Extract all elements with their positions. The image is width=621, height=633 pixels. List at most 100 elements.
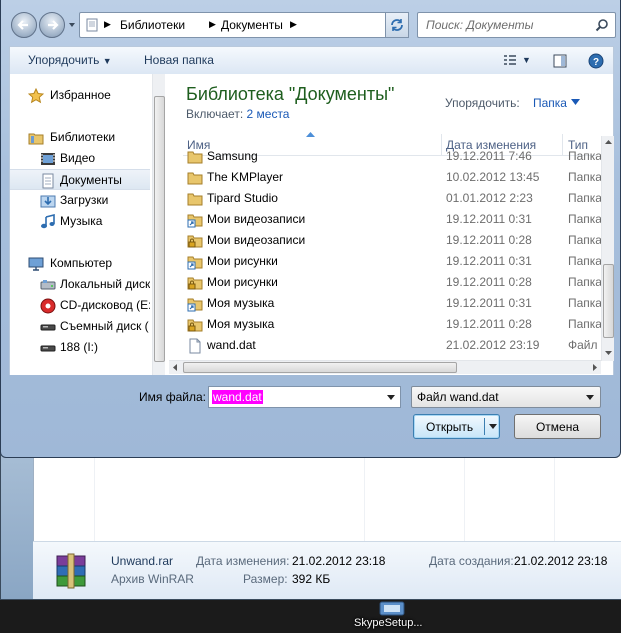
file-row[interactable]: Мои видеозаписи 19.12.2011 0:31 Папка: [183, 209, 603, 230]
address-bar[interactable]: ▶ Библиотеки ▶ Документы ▶: [79, 12, 409, 38]
file-row[interactable]: Tipard Studio 01.01.2012 2:23 Папка: [183, 188, 603, 209]
nav-libraries[interactable]: Библиотеки: [10, 127, 150, 148]
nav-video[interactable]: Видео: [10, 148, 150, 169]
view-chevron-down-icon[interactable]: ▼: [522, 55, 531, 65]
file-row-name: Мои рисунки: [207, 254, 278, 268]
details-pane: Unwand.rar Архив WinRAR Дата изменения: …: [33, 541, 621, 599]
file-name: Unwand.rar: [111, 554, 174, 568]
nav-documents[interactable]: Документы: [10, 169, 150, 190]
filename-input[interactable]: wand.dat: [208, 386, 401, 408]
filename-value[interactable]: wand.dat: [212, 390, 263, 404]
nav-cd-drive-label: CD-дисковод (E:: [60, 298, 150, 312]
filename-history-chevron-down-icon[interactable]: [387, 395, 395, 400]
file-row[interactable]: The KMPlayer 10.02.2012 13:45 Папка: [183, 167, 603, 188]
file-row[interactable]: Мои рисунки 19.12.2011 0:28 Папка: [183, 272, 603, 293]
help-icon[interactable]: ?: [588, 53, 604, 69]
file-row[interactable]: Мои видеозаписи 19.12.2011 0:28 Папка: [183, 230, 603, 251]
refresh-button[interactable]: [385, 12, 409, 38]
forward-button[interactable]: [39, 12, 65, 38]
file-row-date: 21.02.2012 23:19: [446, 338, 540, 352]
file-rows: Samsung 19.12.2011 7:46 Папка The KMPlayer 1…: [183, 150, 603, 360]
file-row-name: The KMPlayer: [207, 170, 284, 184]
breadcrumb-libraries[interactable]: Библиотеки: [120, 18, 185, 32]
nav-music[interactable]: Музыка: [10, 211, 150, 232]
local-disk-icon: [40, 280, 56, 290]
removable-disk-icon: [40, 324, 56, 331]
nav-drive-188[interactable]: 188 (I:): [10, 337, 150, 358]
nav-removable-disk-label: Съемный диск (: [60, 319, 149, 333]
nav-local-disk[interactable]: Локальный диск: [10, 274, 150, 295]
open-options-chevron-down-icon[interactable]: [489, 424, 497, 429]
size-value: 392 КБ: [292, 572, 331, 586]
file-list-vertical-scrollbar[interactable]: [601, 136, 614, 361]
filename-label: Имя файла:: [139, 390, 206, 404]
file-row-type: Файл ": [568, 338, 603, 352]
computer-icon: [28, 257, 44, 271]
breadcrumb-separator-icon[interactable]: ▶: [290, 19, 297, 30]
file-row[interactable]: wand.dat 21.02.2012 23:19 Файл ": [183, 335, 603, 356]
file-row[interactable]: Моя музыка 19.12.2011 0:31 Папка: [183, 293, 603, 314]
folder-locked-icon: [187, 235, 203, 248]
cancel-button[interactable]: Отмена: [514, 414, 601, 439]
file-row-date: 19.12.2011 0:28: [446, 275, 532, 289]
open-button[interactable]: Открыть: [413, 414, 500, 439]
file-row-date: 01.01.2012 2:23: [446, 191, 533, 205]
navigation-scrollbar-thumb[interactable]: [154, 96, 165, 362]
search-input[interactable]: Поиск: Документы: [417, 12, 616, 38]
includes-label: Включает:: [186, 107, 244, 121]
file-row-type: Папка: [568, 150, 602, 163]
documents-library-icon: [42, 173, 54, 189]
search-icon[interactable]: [595, 18, 609, 32]
file-row[interactable]: Мои рисунки 19.12.2011 0:31 Папка: [183, 251, 603, 272]
horizontal-scrollbar-thumb[interactable]: [183, 362, 457, 373]
file-row-name: Моя музыка: [207, 296, 275, 310]
nav-computer[interactable]: Компьютер: [10, 253, 150, 274]
documents-library-icon: [86, 18, 98, 32]
recent-pages-chevron-down-icon[interactable]: [67, 20, 77, 30]
scroll-up-icon[interactable]: [604, 138, 613, 147]
file-list-horizontal-scrollbar[interactable]: [169, 360, 601, 374]
organize-button[interactable]: Упорядочить ▼: [28, 53, 112, 67]
file-row[interactable]: Моя музыка 19.12.2011 0:28 Папка: [183, 314, 603, 335]
navigation-scrollbar[interactable]: [152, 74, 165, 375]
nav-removable-disk[interactable]: Съемный диск (: [10, 316, 150, 337]
scroll-right-icon[interactable]: [590, 363, 599, 372]
file-list-pane: Библиотека "Документы" Включает: 2 места…: [165, 74, 614, 375]
nav-downloads[interactable]: Загрузки: [10, 190, 150, 211]
preview-pane-icon[interactable]: [552, 53, 568, 69]
file-row-date: 10.02.2012 13:45: [446, 170, 540, 184]
file-type: Архив WinRAR: [111, 572, 194, 586]
filter-chevron-down-icon[interactable]: [586, 395, 594, 400]
breadcrumb-separator-icon[interactable]: ▶: [209, 19, 216, 30]
arrange-by-dropdown[interactable]: Папка: [533, 96, 567, 110]
nav-favorites[interactable]: Избранное: [10, 85, 150, 106]
scroll-left-icon[interactable]: [171, 363, 180, 372]
file-type-filter-select[interactable]: Файл wand.dat: [411, 386, 601, 408]
folder-locked-icon: [187, 319, 203, 332]
file-row-name: Мои рисунки: [207, 275, 278, 289]
file-row-type: Папка: [568, 254, 602, 268]
svg-text:?: ?: [593, 57, 599, 68]
nav-local-disk-label: Локальный диск: [60, 277, 150, 291]
file-row-name: Мои видеозаписи: [207, 212, 306, 226]
star-icon: [28, 88, 44, 104]
navigation-pane: Избранное Библиотеки Видео Документы Заг…: [9, 74, 165, 375]
skype-setup-icon[interactable]: [378, 600, 406, 616]
back-button[interactable]: [11, 12, 37, 38]
file-row[interactable]: Samsung 19.12.2011 7:46 Папка: [183, 150, 603, 167]
vertical-scrollbar-thumb[interactable]: [603, 264, 614, 338]
file-row-type: Папка: [568, 275, 602, 289]
folder-icon: [187, 193, 203, 206]
new-folder-button[interactable]: Новая папка: [144, 53, 214, 67]
created-value: 21.02.2012 23:18: [514, 554, 608, 568]
desktop-icon-label[interactable]: SkypeSetup...: [354, 617, 423, 629]
scroll-down-icon[interactable]: [604, 348, 613, 357]
open-file-dialog: ▶ Библиотеки ▶ Документы ▶ Поиск: Докуме…: [0, 0, 621, 458]
view-options-icon[interactable]: [502, 53, 518, 69]
breadcrumb-separator-icon[interactable]: ▶: [104, 19, 111, 30]
arrange-chevron-down-icon[interactable]: [571, 99, 580, 106]
breadcrumb-documents[interactable]: Документы: [221, 18, 283, 32]
background-explorer-window: Unwand.rar Архив WinRAR Дата изменения: …: [0, 440, 621, 600]
nav-cd-drive[interactable]: CD-дисковод (E:: [10, 295, 150, 316]
includes-locations-link[interactable]: 2 места: [247, 107, 290, 121]
